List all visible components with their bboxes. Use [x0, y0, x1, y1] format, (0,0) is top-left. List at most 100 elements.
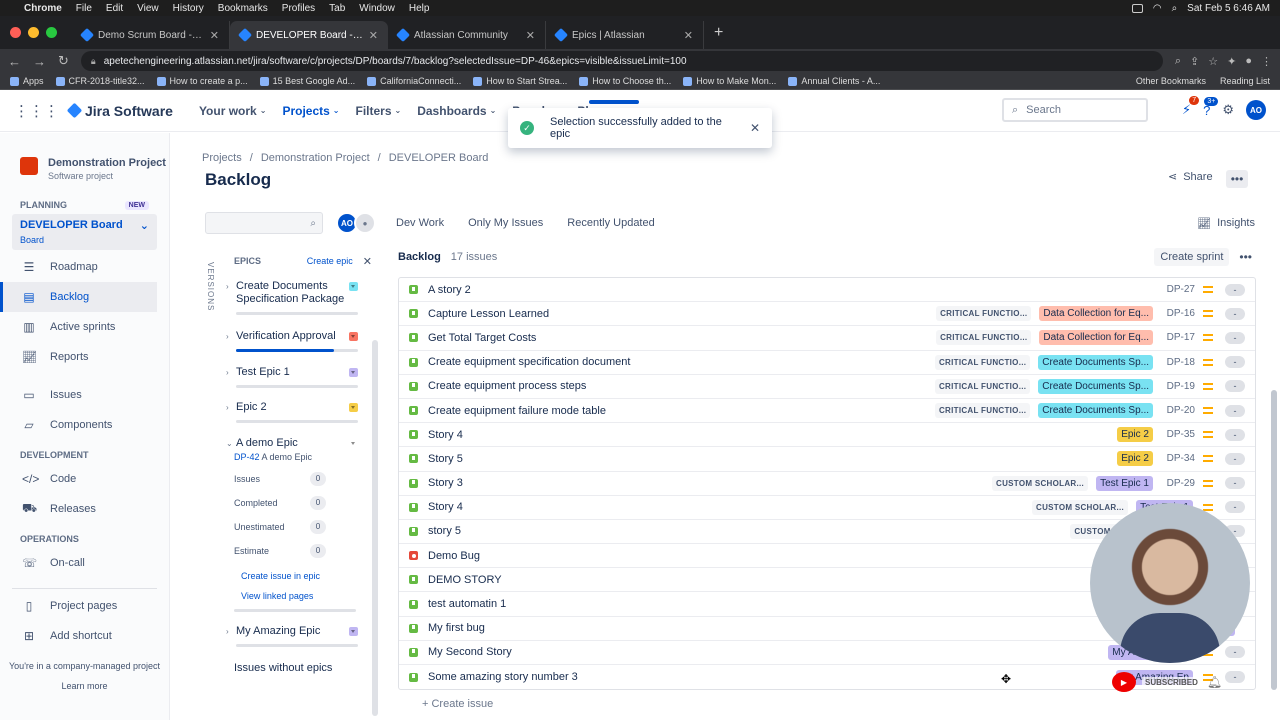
sidebar-item-add-shortcut[interactable]: ⊞ Add shortcut	[0, 621, 169, 651]
bookmark-item[interactable]: Annual Clients - A...	[788, 76, 880, 86]
create-epic-link[interactable]: Create epic	[307, 256, 353, 266]
board-selector[interactable]: DEVELOPER Board ⌄ Board	[12, 214, 157, 250]
learn-more-link[interactable]: Learn more	[0, 681, 169, 691]
issue-summary[interactable]: Some amazing story number 3	[428, 671, 1116, 683]
menu-profiles[interactable]: Profiles	[282, 3, 315, 14]
issue-summary[interactable]: A story 2	[428, 284, 1163, 296]
main-scrollbar[interactable]	[1271, 390, 1277, 690]
menu-chrome[interactable]: Chrome	[24, 3, 62, 14]
issue-epic-lozenge[interactable]: Create Documents Sp...	[1038, 354, 1153, 370]
sidebar-item-project-pages[interactable]: ▯ Project pages	[0, 591, 169, 621]
menu-history[interactable]: History	[173, 3, 204, 14]
issue-summary[interactable]: My Second Story	[428, 646, 1108, 658]
spotlight-icon[interactable]: ⌕	[1172, 3, 1178, 14]
quick-filter-dev-work[interactable]: Dev Work	[392, 214, 448, 232]
issue-epic-lozenge[interactable]: Data Collection for Eq...	[1039, 306, 1153, 322]
epic-color-swatch[interactable]	[349, 332, 358, 341]
nav-projects[interactable]: Projects ⌄	[282, 104, 339, 118]
sidebar-item-code[interactable]: </> Code	[0, 464, 169, 494]
maximize-window-button[interactable]	[46, 27, 57, 38]
search-input[interactable]: ⌕ Search	[1002, 98, 1148, 122]
table-row[interactable]: Story 5 Epic 2 DP-34 -	[399, 447, 1255, 472]
issue-summary[interactable]: Story 3	[428, 477, 992, 489]
issue-epic-lozenge[interactable]: Epic 2	[1117, 427, 1153, 443]
create-sprint-button[interactable]: Create sprint	[1154, 248, 1230, 266]
issue-label[interactable]: CUSTOM SCHOLAR...	[1032, 499, 1129, 515]
share-button[interactable]: ⋖ Share	[1168, 170, 1213, 184]
table-row[interactable]: Create equipment failure mode table CRITI…	[399, 399, 1255, 424]
estimate-badge[interactable]: -	[1225, 356, 1245, 369]
sidebar-item-reports[interactable]: 📈︎ Reports	[0, 342, 169, 372]
issue-key[interactable]: DP-29	[1163, 478, 1195, 489]
back-icon[interactable]: ←	[8, 54, 21, 69]
browser-tab[interactable]: DEVELOPER Board - Agile Boa ✕	[230, 21, 388, 49]
menu-bookmarks[interactable]: Bookmarks	[218, 3, 268, 14]
tab-close-icon[interactable]: ✕	[526, 29, 535, 42]
profile-icon[interactable]: ●	[1245, 55, 1252, 68]
epic-item-epic-2[interactable]: › Epic 2	[226, 401, 358, 423]
table-row[interactable]: A story 2 DP-27 -	[399, 278, 1255, 303]
issue-label[interactable]: CRITICAL FUNCTIO...	[934, 354, 1031, 370]
issue-key[interactable]: DP-20	[1163, 405, 1195, 416]
reload-icon[interactable]: ↻	[58, 53, 69, 69]
bookmark-item[interactable]: CFR-2018-title32...	[55, 76, 145, 86]
epic-key-link[interactable]: DP-42	[234, 452, 260, 462]
epic-item-my-amazing-epic[interactable]: › My Amazing Epic	[226, 625, 358, 647]
issue-key[interactable]: DP-17	[1163, 332, 1195, 343]
tab-close-icon[interactable]: ✕	[369, 29, 378, 42]
extensions-icon[interactable]: ✦	[1227, 55, 1236, 68]
help-icon[interactable]: ? 3+	[1203, 96, 1219, 118]
issue-summary[interactable]: Capture Lesson Learned	[428, 308, 936, 320]
epic-color-swatch[interactable]	[349, 627, 358, 636]
estimate-badge[interactable]: -	[1225, 404, 1245, 417]
sidebar-item-backlog[interactable]: ▤ Backlog	[0, 282, 157, 312]
bookmark-item[interactable]: How to Choose th...	[579, 76, 671, 86]
quick-filter-recently-updated[interactable]: Recently Updated	[563, 214, 658, 232]
close-epics-panel-icon[interactable]: ✕	[363, 255, 372, 268]
bookmark-other-bookmarks[interactable]: Other Bookmarks	[1136, 76, 1206, 86]
estimate-badge[interactable]: -	[1225, 307, 1245, 320]
battery-icon[interactable]	[1131, 3, 1143, 13]
breadcrumb-projects[interactable]: Projects	[202, 152, 242, 164]
table-row[interactable]: Story 3 CUSTOM SCHOLAR... Test Epic 1 DP-29…	[399, 472, 1255, 496]
table-row[interactable]: Capture Lesson Learned CRITICAL FUNCTIO..…	[399, 302, 1255, 327]
estimate-badge[interactable]: -	[1225, 501, 1245, 514]
browser-tab[interactable]: Epics | Atlassian ✕	[546, 21, 704, 49]
chevron-right-icon[interactable]: ›	[226, 627, 232, 636]
nav-filters[interactable]: Filters ⌄	[356, 104, 402, 118]
toast-close-icon[interactable]: ✕	[750, 121, 760, 135]
menu-tab[interactable]: Tab	[329, 3, 345, 14]
browser-tab[interactable]: Atlassian Community ✕	[388, 21, 546, 49]
new-tab-button[interactable]: +	[704, 24, 733, 42]
estimate-badge[interactable]: -	[1225, 452, 1245, 465]
chevron-right-icon[interactable]: ›	[226, 368, 232, 377]
app-switcher-icon[interactable]: ⋮⋮⋮	[14, 102, 59, 120]
minimize-window-button[interactable]	[28, 27, 39, 38]
issue-summary[interactable]: Story 4	[428, 501, 1032, 513]
insights-button[interactable]: 📈︎ Insights	[1197, 217, 1255, 230]
url-field[interactable]: 🔒︎ apetechengineering.atlassian.net/jira…	[80, 51, 1163, 71]
sidebar-item-components[interactable]: ▱ Components	[0, 410, 169, 440]
quick-filter-only-my-issues[interactable]: Only My Issues	[464, 214, 547, 232]
backlog-more-icon[interactable]: •••	[1239, 250, 1252, 264]
estimate-badge[interactable]: -	[1225, 671, 1245, 684]
browser-tab[interactable]: Demo Scrum Board - Roadmap ✕	[72, 21, 230, 49]
chevron-down-icon[interactable]: ⌄	[226, 439, 233, 448]
create-issue-button[interactable]: + Create issue	[422, 698, 1256, 710]
more-actions-button[interactable]: •••	[1226, 170, 1248, 188]
forward-icon[interactable]: →	[33, 54, 46, 69]
bookmark-item[interactable]: Apps	[10, 76, 44, 86]
share-page-icon[interactable]: ⇪	[1190, 55, 1199, 68]
issue-epic-lozenge[interactable]: Create Documents Sp...	[1038, 403, 1153, 419]
issue-key[interactable]: DP-35	[1163, 429, 1195, 440]
bookmark-item[interactable]: 15 Best Google Ad...	[259, 76, 355, 86]
issue-summary[interactable]: Story 4	[428, 429, 1117, 441]
issue-label[interactable]: CUSTOM SCHOLAR...	[992, 475, 1089, 491]
issue-summary[interactable]: Story 5	[428, 453, 1117, 465]
menu-window[interactable]: Window	[359, 3, 395, 14]
epic-item-a-demo-epic[interactable]: ⌄ A demo Epic	[226, 437, 358, 450]
table-row[interactable]: Get Total Target Costs CRITICAL FUNCTIO..…	[399, 326, 1255, 351]
estimate-badge[interactable]: -	[1225, 380, 1245, 393]
versions-tab[interactable]: VERSIONS	[206, 262, 215, 311]
issue-label[interactable]: CRITICAL FUNCTIO...	[936, 306, 1032, 322]
